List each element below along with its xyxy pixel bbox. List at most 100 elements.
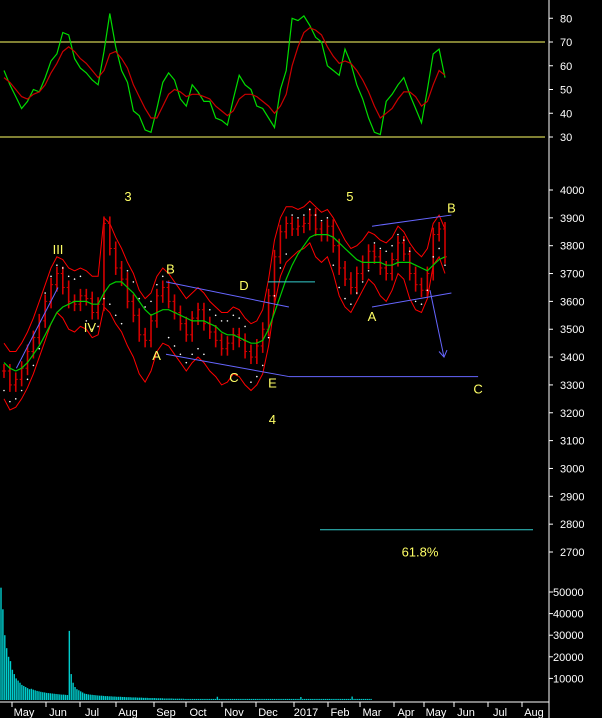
- volume-panel: [0, 587, 372, 700]
- sar-dot: [232, 314, 235, 317]
- x-tick-label: Sep: [156, 707, 176, 718]
- sar-dot: [361, 281, 364, 283]
- x-tick-label: Nov: [224, 707, 244, 718]
- x-tick-label: 2017: [294, 707, 318, 718]
- sar-dot: [97, 325, 99, 328]
- sar-dot: [156, 283, 158, 286]
- sar-dot: [138, 297, 141, 300]
- wave-label: A: [152, 348, 161, 363]
- sar-dot: [38, 347, 41, 350]
- price-y-tick-label: 2900: [560, 491, 584, 503]
- x-tick-label: Aug: [118, 707, 138, 718]
- sar-dot: [185, 361, 188, 364]
- sar-dot: [9, 400, 11, 403]
- sar-dot: [67, 275, 70, 278]
- price-y-tick-label: 3000: [560, 463, 584, 475]
- sar-dot: [303, 214, 305, 216]
- wave-label: D: [239, 278, 248, 293]
- sar-dot: [291, 214, 293, 216]
- x-tick-label: Dec: [258, 707, 278, 718]
- oscillator-y-tick-label: 70: [560, 37, 572, 49]
- sar-dot: [144, 306, 146, 308]
- sar-dot: [250, 381, 252, 383]
- wave-label: C: [473, 381, 482, 396]
- sar-dot: [120, 322, 123, 325]
- sar-dot: [191, 353, 193, 356]
- price-y-tick-label: 2800: [560, 519, 584, 531]
- sar-dot: [261, 364, 264, 367]
- sar-dot: [373, 242, 376, 244]
- oscillator-y-tick-label: 30: [560, 132, 572, 144]
- price-y-tick-label: 3900: [560, 213, 584, 225]
- sar-dot: [209, 308, 211, 311]
- sar-dot: [20, 389, 23, 392]
- sar-dot: [403, 239, 405, 241]
- volume-y-tick-label: 10000: [553, 673, 584, 685]
- sar-dot: [326, 217, 329, 219]
- sar-dot: [426, 289, 429, 292]
- trend-line: [15, 287, 59, 369]
- x-tick-label: Feb: [331, 707, 350, 718]
- trend-line: [165, 353, 289, 378]
- sar-dot: [285, 253, 288, 255]
- sar-dot: [238, 317, 240, 319]
- sar-dot: [132, 281, 135, 283]
- sar-dot: [297, 217, 299, 219]
- sar-dot: [338, 286, 340, 289]
- projection-arrow-shaft: [429, 290, 445, 358]
- wave-label: C: [229, 370, 238, 385]
- oscillator-panel: [0, 13, 545, 138]
- oscillator-y-tick-label: 40: [560, 108, 572, 120]
- sar-dot: [414, 300, 417, 303]
- oscillator-series-line: [3, 13, 446, 136]
- wave-label: 3: [124, 189, 131, 204]
- wave-label: III: [53, 242, 64, 257]
- technical-chart: 61.8% III IV 3 A B C D E 4 5 A B C 80 70 60 50 40 30 4000 39…: [0, 0, 584, 718]
- sar-dot: [444, 264, 446, 266]
- wave-label: 4: [269, 412, 276, 427]
- sar-dot: [379, 247, 382, 250]
- price-y-tick-label: 3300: [560, 380, 584, 392]
- trend-line: [165, 281, 289, 308]
- x-tick-label: Oct: [189, 707, 206, 718]
- x-tick-label: Mar: [363, 707, 382, 718]
- x-tick-label: Jul: [85, 707, 99, 718]
- oscillator-y-tick-label: 50: [560, 85, 572, 97]
- sar-dot: [320, 219, 323, 222]
- sar-dot: [44, 292, 46, 294]
- sar-dot: [332, 264, 335, 266]
- sar-dot: [267, 336, 270, 339]
- price-y-tick-label: 3400: [560, 352, 584, 364]
- sar-dot: [356, 292, 358, 294]
- axes: 8070605040304000390038003700360035003400…: [0, 0, 584, 718]
- sar-dot: [220, 320, 223, 322]
- price-y-tick-label: 3200: [560, 408, 584, 420]
- oscillator-y-tick-label: 60: [560, 61, 572, 73]
- wave-label: 5: [346, 189, 353, 204]
- volume-y-tick-label: 20000: [553, 652, 584, 664]
- sar-dot: [14, 398, 17, 400]
- sar-dot: [203, 353, 205, 356]
- price-y-tick-label: 3600: [560, 296, 584, 308]
- sar-dot: [109, 303, 111, 305]
- sar-dot: [32, 364, 35, 367]
- sar-dot: [167, 336, 170, 339]
- sar-dot: [79, 275, 82, 278]
- x-tick-label: May: [14, 707, 35, 718]
- sar-dot: [26, 378, 29, 381]
- sar-dot: [385, 250, 388, 253]
- price-panel: 61.8% III IV 3 A B C D E 4 5 A B C: [2, 189, 533, 560]
- volume-y-tick-label: 50000: [553, 587, 584, 599]
- sar-dot: [214, 314, 217, 317]
- price-y-tick-label: 3100: [560, 436, 584, 448]
- bollinger-upper-band: [3, 200, 446, 352]
- price-y-tick-label: 4000: [560, 185, 584, 197]
- price-y-tick-label: 3500: [560, 324, 584, 336]
- x-tick-label: May: [426, 707, 447, 718]
- sar-dot: [344, 297, 346, 300]
- sar-dot: [197, 347, 199, 350]
- sar-dot: [420, 303, 423, 305]
- x-tick-label: Aug: [524, 707, 544, 718]
- wave-label: B: [166, 262, 175, 277]
- sar-dot: [438, 247, 440, 250]
